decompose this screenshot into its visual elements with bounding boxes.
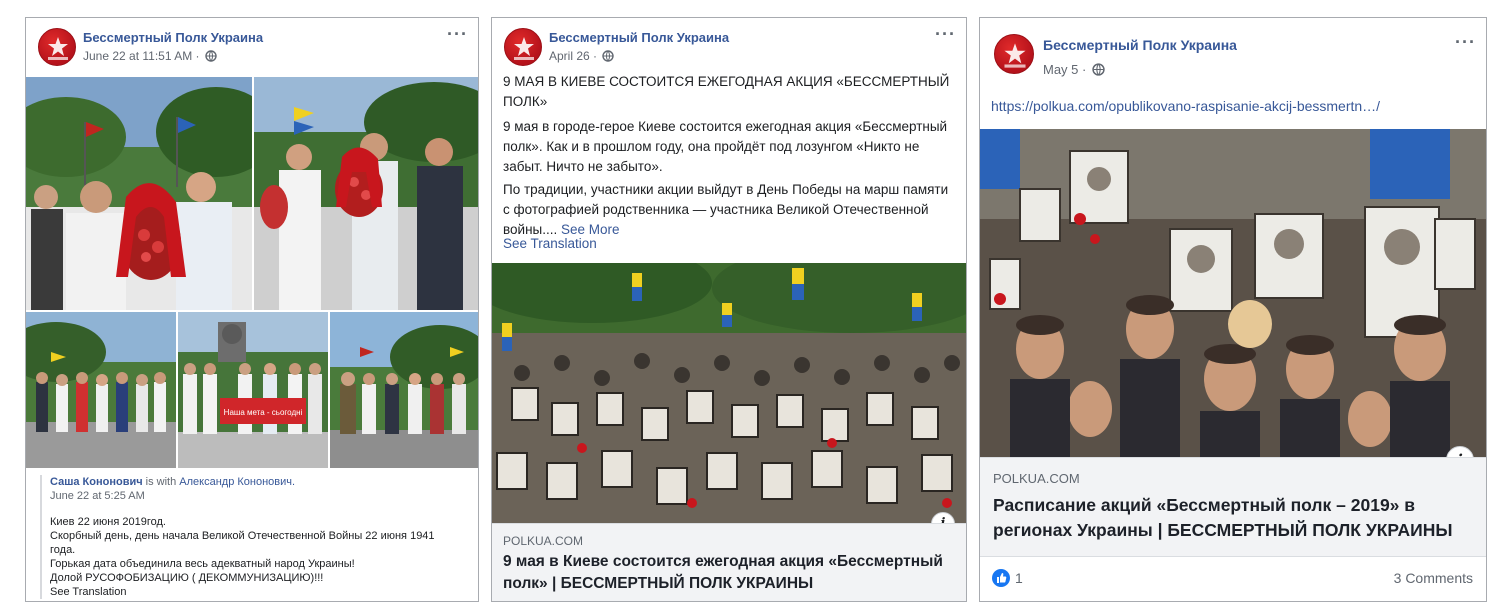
- page-name-link[interactable]: Бессмертный Полк Украина: [83, 30, 263, 45]
- page-name-link[interactable]: Бессмертный Полк Украина: [1043, 37, 1237, 53]
- see-translation-link[interactable]: See Translation: [50, 585, 462, 599]
- more-options-icon[interactable]: ···: [1455, 32, 1476, 53]
- globe-icon: [602, 50, 615, 62]
- post-headline: 9 МАЯ В КИЕВЕ СОСТОИТСЯ ЕЖЕГОДНАЯ АКЦИЯ …: [503, 74, 950, 109]
- shared-date[interactable]: June 22 at 5:25 AM: [50, 489, 462, 503]
- post-card-1: Бессмертный Полк Украина June 22 at 11:5…: [25, 17, 479, 602]
- page-avatar[interactable]: [504, 28, 542, 66]
- with-text: is with: [142, 476, 180, 488]
- photo-4[interactable]: Наша мета - сьогодні: [178, 312, 328, 468]
- photo-3[interactable]: [26, 312, 176, 468]
- more-options-icon[interactable]: ···: [935, 24, 956, 45]
- link-domain: POLKUA.COM: [993, 471, 1080, 486]
- like-reaction-icon[interactable]: [992, 569, 1010, 587]
- link-title[interactable]: 9 мая в Киеве состоится ежегодная акция …: [503, 551, 954, 595]
- post-header: Бессмертный Полк Украина April 26 · ···: [492, 18, 966, 78]
- shared-author-line: Саша Кононович is with Александр Кононов…: [50, 475, 462, 489]
- photo-5[interactable]: [330, 312, 478, 468]
- post-timestamp[interactable]: April 26 ·: [549, 49, 615, 63]
- post-timestamp[interactable]: May 5 ·: [1043, 62, 1105, 77]
- more-options-icon[interactable]: ···: [447, 24, 468, 45]
- shared-text-line: Долой РУСОФОБИЗАЦИЮ ( ДЕКОММУНИЗАЦИЮ)!!!: [50, 572, 324, 584]
- post-card-2: Бессмертный Полк Украина April 26 · ··· …: [491, 17, 967, 602]
- page-avatar[interactable]: [994, 34, 1034, 74]
- comments-count-link[interactable]: 3 Comments: [1394, 570, 1473, 586]
- link-preview-image[interactable]: [980, 129, 1486, 457]
- post-paragraph-2: По традиции, участники акции выйдут в Де…: [503, 182, 949, 237]
- post-header: Бессмертный Полк Украина June 22 at 11:5…: [26, 18, 478, 78]
- banner-text: Наша мета - сьогодні: [224, 408, 303, 417]
- like-count[interactable]: 1: [1015, 570, 1023, 586]
- shared-text-line: Скорбный день, день начала Великой Отече…: [50, 530, 435, 556]
- photo-2[interactable]: [254, 77, 478, 310]
- globe-icon: [1092, 63, 1105, 76]
- globe-icon: [205, 50, 217, 62]
- link-domain: POLKUA.COM: [503, 534, 584, 548]
- photo-1[interactable]: [26, 77, 252, 310]
- shared-text-line: Киев 22 июня 2019год.: [50, 516, 166, 528]
- shared-post: Саша Кононович is with Александр Кононов…: [40, 475, 462, 599]
- shared-text-line: Горькая дата объединила весь адекватный …: [50, 558, 355, 570]
- link-preview-meta[interactable]: POLKUA.COM Расписание акций «Бессмертный…: [980, 457, 1486, 558]
- page-avatar[interactable]: [38, 28, 76, 66]
- page-name-link[interactable]: Бессмертный Полк Украина: [549, 30, 729, 45]
- post-header: Бессмертный Полк Украина May 5 · ···: [980, 18, 1486, 78]
- post-timestamp[interactable]: June 22 at 11:51 AM ·: [83, 49, 217, 63]
- post-paragraph: 9 мая в городе-герое Киеве состоится еже…: [503, 119, 948, 174]
- tagged-user-link[interactable]: Александр Кононович.: [179, 476, 295, 488]
- link-title[interactable]: Расписание акций «Бессмертный полк – 201…: [993, 493, 1474, 543]
- shared-author-link[interactable]: Саша Кононович: [50, 476, 143, 488]
- post-url-link[interactable]: https://polkua.com/opublikovano-raspisan…: [991, 96, 1474, 116]
- post-card-3: Бессмертный Полк Украина May 5 · ··· htt…: [979, 17, 1487, 602]
- post-footer: 1 3 Comments: [980, 556, 1486, 601]
- link-preview-meta[interactable]: POLKUA.COM 9 мая в Киеве состоится ежего…: [492, 523, 966, 601]
- see-translation-link[interactable]: See Translation: [503, 234, 954, 254]
- link-preview-image[interactable]: [492, 263, 966, 523]
